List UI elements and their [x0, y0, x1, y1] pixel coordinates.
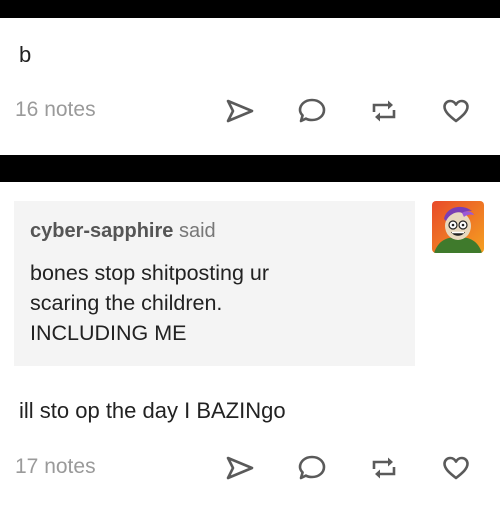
heart-icon: [443, 456, 469, 480]
paper-plane-icon: [226, 456, 254, 480]
heart-icon: [443, 99, 469, 123]
question-line: scaring the children.: [30, 291, 223, 315]
ask-box: cyber-sapphire said bones stop shitposti…: [14, 201, 415, 366]
asker-username[interactable]: cyber-sapphire: [30, 220, 173, 242]
share-button[interactable]: [220, 451, 260, 485]
post-footer: 16 notes: [0, 94, 500, 128]
answer-text: ill sto op the day I BAZINgo: [19, 398, 286, 423]
like-button[interactable]: [436, 94, 476, 128]
ask-question: bones stop shitposting ur scaring the ch…: [30, 258, 390, 348]
post-separator-bar: [0, 155, 500, 182]
reblog-icon: [372, 100, 396, 122]
notes-count[interactable]: 17 notes: [15, 455, 96, 479]
notes-count[interactable]: 16 notes: [15, 98, 96, 122]
post-actions: [220, 451, 476, 485]
question-line: INCLUDING ME: [30, 321, 187, 345]
paper-plane-icon: [226, 99, 254, 123]
asker-line: cyber-sapphire said: [30, 220, 216, 243]
post-actions: [220, 94, 476, 128]
like-button[interactable]: [436, 451, 476, 485]
avatar-image: [432, 201, 484, 253]
speech-bubble-icon: [298, 98, 326, 123]
reblog-button[interactable]: [364, 451, 404, 485]
reply-button[interactable]: [292, 94, 332, 128]
reblog-button[interactable]: [364, 94, 404, 128]
reply-button[interactable]: [292, 451, 332, 485]
speech-bubble-icon: [298, 455, 326, 480]
post-body-text: b: [19, 42, 32, 67]
post-footer: 17 notes: [0, 451, 500, 485]
reblog-icon: [372, 457, 396, 479]
asker-avatar[interactable]: [432, 201, 484, 253]
said-label: said: [178, 220, 216, 242]
share-button[interactable]: [220, 94, 260, 128]
question-line: bones stop shitposting ur: [30, 261, 270, 285]
top-divider-bar: [0, 0, 500, 18]
